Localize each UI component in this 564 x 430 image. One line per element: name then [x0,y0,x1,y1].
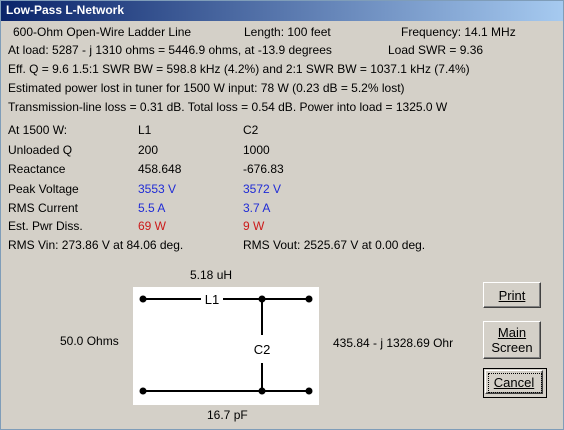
table-header-l1: L1 [138,123,152,137]
c2-power-dissipation: 9 W [243,219,265,233]
c2-label: C2 [254,342,271,357]
source-impedance: 50.0 Ohms [60,334,119,348]
cancel-button-default-frame: Cancel [483,368,547,398]
capacitance-value: 16.7 pF [207,408,248,422]
output-terminal [305,295,313,303]
ground-junction-node [258,387,266,395]
table-row-label: Reactance [8,162,66,176]
table-row-label: Est. Pwr Diss. [8,219,83,233]
c2-unloaded-q: 1000 [243,143,270,157]
power-lost-text: Estimated power lost in tuner for 1500 W… [8,81,405,95]
l1-reactance: 458.648 [138,162,182,176]
l1-unloaded-q: 200 [138,143,159,157]
input-terminal [139,295,147,303]
eff-q-bandwidth-text: Eff. Q = 9.6 1.5:1 SWR BW = 598.8 kHz (4… [8,62,470,76]
load-impedance: 435.84 - j 1328.69 Ohr [333,336,454,350]
rms-vin-text: RMS Vin: 273.86 V at 84.06 deg. [8,238,184,252]
at-load-text: At load: 5287 - j 1310 ohms = 5446.9 ohm… [8,43,332,57]
print-button[interactable]: Print [483,282,541,308]
table-row-label: RMS Current [8,201,79,215]
frequency-text: Frequency: 14.1 MHz [401,25,516,39]
c2-peak-voltage: 3572 V [243,182,282,196]
title-bar[interactable]: Low-Pass L-Network [1,1,563,21]
main-screen-label-line2: Screen [491,340,533,355]
line-type-text: 600-Ohm Open-Wire Ladder Line [13,25,192,39]
input-ground-terminal [139,387,147,395]
cancel-button[interactable]: Cancel [485,370,543,394]
l1-power-dissipation: 69 W [138,219,167,233]
main-screen-label-line1: Main [497,325,527,340]
load-swr-text: Load SWR = 9.36 [388,43,484,57]
rms-vout-text: RMS Vout: 2525.67 V at 0.00 deg. [243,238,426,252]
cancel-button-label: Cancel [493,374,535,390]
losses-text: Transmission-line loss = 0.31 dB. Total … [8,100,448,114]
l-network-schematic: L1 C2 [133,287,319,405]
output-ground-terminal [305,387,313,395]
inductance-value: 5.18 uH [190,268,233,282]
window-title: Low-Pass L-Network [6,3,125,17]
main-screen-button[interactable]: Main Screen [483,321,541,359]
table-row-label: Peak Voltage [8,182,79,196]
table-header-c2: C2 [243,123,259,137]
l1-peak-voltage: 3553 V [138,182,177,196]
schematic-drawing: L1 C2 [139,292,313,395]
print-button-label: Print [498,287,526,303]
c2-reactance: -676.83 [243,162,284,176]
table-header-condition: At 1500 W: [8,123,68,137]
low-pass-l-network-window: Low-Pass L-Network 600-Ohm Open-Wire Lad… [0,0,564,430]
length-text: Length: 100 feet [244,25,331,39]
l1-label: L1 [205,292,219,307]
c2-rms-current: 3.7 A [243,201,271,215]
l1-rms-current: 5.5 A [138,201,166,215]
table-row-label: Unloaded Q [8,143,73,157]
junction-node [258,295,266,303]
